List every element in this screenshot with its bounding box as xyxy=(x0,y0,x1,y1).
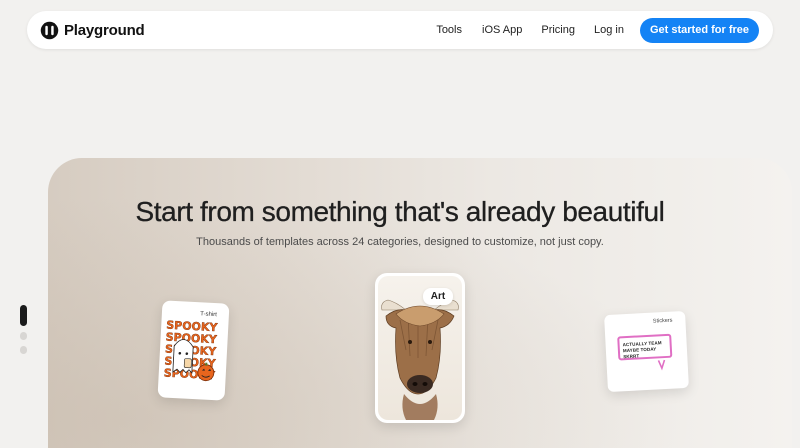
nav-links: Tools iOS App Pricing Log in Get started… xyxy=(436,17,759,43)
pager-dot-active[interactable] xyxy=(20,305,27,326)
art-image-highland-cow: Art xyxy=(378,276,462,420)
get-started-button[interactable]: Get started for free xyxy=(639,17,759,43)
pager-dot[interactable] xyxy=(20,332,27,340)
nav-link-tools[interactable]: Tools xyxy=(436,24,462,36)
brand-logo[interactable]: Playground xyxy=(40,21,145,40)
template-card-tshirt[interactable]: T-shirt SPOOKY SPOOKY SPOOKY SPOOKY SPOO… xyxy=(157,300,230,401)
speech-bubble-tail-icon xyxy=(657,359,666,371)
card-label-art: Art xyxy=(423,288,453,305)
nav-link-pricing[interactable]: Pricing xyxy=(541,24,575,36)
carousel-pager xyxy=(20,305,28,354)
brand-name: Playground xyxy=(64,21,145,39)
pager-dot[interactable] xyxy=(20,346,27,354)
hero-subtitle: Thousands of templates across 24 categor… xyxy=(196,236,604,248)
hero-title: Start from something that's already beau… xyxy=(135,196,665,227)
spooky-ghost-illustration: SPOOKY SPOOKY SPOOKY SPOOKY SPOOKY xyxy=(163,318,219,382)
playground-logo-icon xyxy=(40,21,59,39)
template-card-stickers[interactable]: Stickers ACTUALLY TEAM MAYBE TODAY SKRRT xyxy=(604,310,689,393)
top-navbar: Playground Tools iOS App Pricing Log in … xyxy=(27,11,773,49)
nav-link-ios-app[interactable]: iOS App xyxy=(482,24,522,36)
template-card-art[interactable]: Art xyxy=(375,273,465,423)
nav-link-login[interactable]: Log in xyxy=(594,24,624,36)
